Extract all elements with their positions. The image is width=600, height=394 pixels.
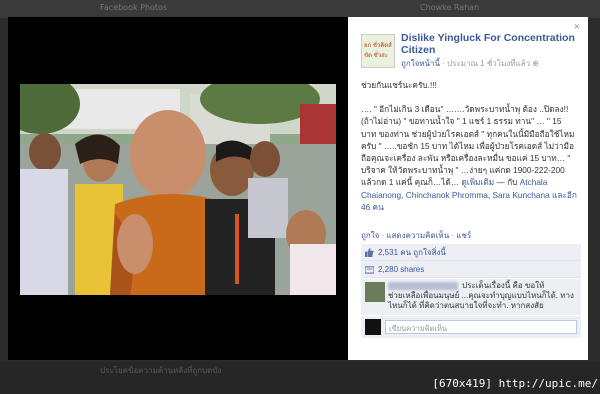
post-headline: ช่วยกันแชร์นะครับ.!!!: [361, 80, 437, 90]
with-prefix: — กับ: [494, 177, 520, 188]
tagged-person[interactable]: Chinchanok Phromma: [406, 190, 488, 200]
background-ghost-text: ประโยคข้อความด้านหลังที่ถูกบดบัง: [100, 366, 222, 375]
page-avatar[interactable]: ยก ชั่วคิดส์ ขัด ชั่วสะ: [361, 34, 395, 68]
globe-icon: ⊕: [532, 59, 539, 68]
post-text: …. " อีกไม่เกิน 3 เดือน" …….วัดพระบาทน้ำ…: [361, 103, 579, 213]
post-photo[interactable]: [20, 84, 336, 295]
avatar-text: ขัด ชั่วสะ: [364, 53, 388, 59]
post-time: · ประมาณ 1 ชั่วโมงที่แล้ว: [439, 59, 533, 68]
background-ghost-text: Chowke Rahan: [420, 3, 480, 12]
post-body: ช่วยกันแชร์นะครับ.!!! …. " อีกไม่เกิน 3 …: [361, 79, 579, 213]
like-action[interactable]: ถูกใจ: [361, 231, 379, 240]
avatar-text: ยก ชั่วคิดส์: [364, 43, 392, 49]
post-meta: ถูกใจหน้านี้ · ประมาณ 1 ชั่วโมงที่แล้ว ⊕: [401, 57, 539, 70]
post-sidebar: × ยก ชั่วคิดส์ ขัด ชั่วสะ Dislike Yinglu…: [348, 17, 588, 360]
comment-text-rest: ช่วยเหลือเพื่อนมนุษย์ ...คุณจะทำบุญแบบไห…: [388, 291, 574, 310]
page-name-link[interactable]: Dislike Yingluck For Concentration Citiz…: [401, 32, 581, 56]
shares-count: 2,280 shares: [378, 264, 425, 274]
comment-action[interactable]: แสดงความคิดเห็น: [386, 231, 449, 240]
comment-composer: เขียนความคิดเห็น: [361, 316, 581, 338]
user-avatar: [365, 319, 381, 335]
share-icon: [365, 265, 374, 274]
background-top-strip: Facebook Photos Chowke Rahan: [0, 0, 600, 18]
background-ghost-text: Facebook Photos: [100, 3, 168, 12]
comment-item: ประเด็นเรื่องนี้ คือ ขอให้ ช่วยเหลือเพื่…: [361, 279, 581, 315]
shares-count-row[interactable]: 2,280 shares: [361, 261, 581, 278]
tagged-person[interactable]: Sara Kunchana: [492, 190, 549, 200]
upic-watermark: [670x419] http://upic.me/: [432, 377, 598, 390]
likes-count: 2,531 คน ถูกใจสิ่งนี้: [378, 247, 446, 257]
share-action[interactable]: แชร์: [456, 231, 471, 240]
likes-count-row[interactable]: 2,531 คน ถูกใจสิ่งนี้: [361, 244, 581, 261]
comment-text-first: ประเด็นเรื่องนี้ คือ ขอให้: [462, 281, 545, 290]
post-main-text: …. " อีกไม่เกิน 3 เดือน" …….วัดพระบาทน้ำ…: [361, 104, 575, 188]
see-more-link[interactable]: ดูเพิ่มเติม: [461, 177, 494, 187]
commenter-avatar[interactable]: [365, 282, 385, 302]
comment-input[interactable]: เขียนความคิดเห็น: [385, 320, 577, 334]
comment-text: ประเด็นเรื่องนี้ คือ ขอให้ ช่วยเหลือเพื่…: [388, 281, 574, 311]
thumbs-up-icon: [365, 247, 374, 257]
like-page-link[interactable]: ถูกใจหน้านี้: [401, 59, 440, 68]
post-stats: 2,531 คน ถูกใจสิ่งนี้ 2,280 shares: [361, 244, 581, 278]
post-actions: ถูกใจ · แสดงความคิดเห็น · แชร์: [361, 229, 471, 242]
